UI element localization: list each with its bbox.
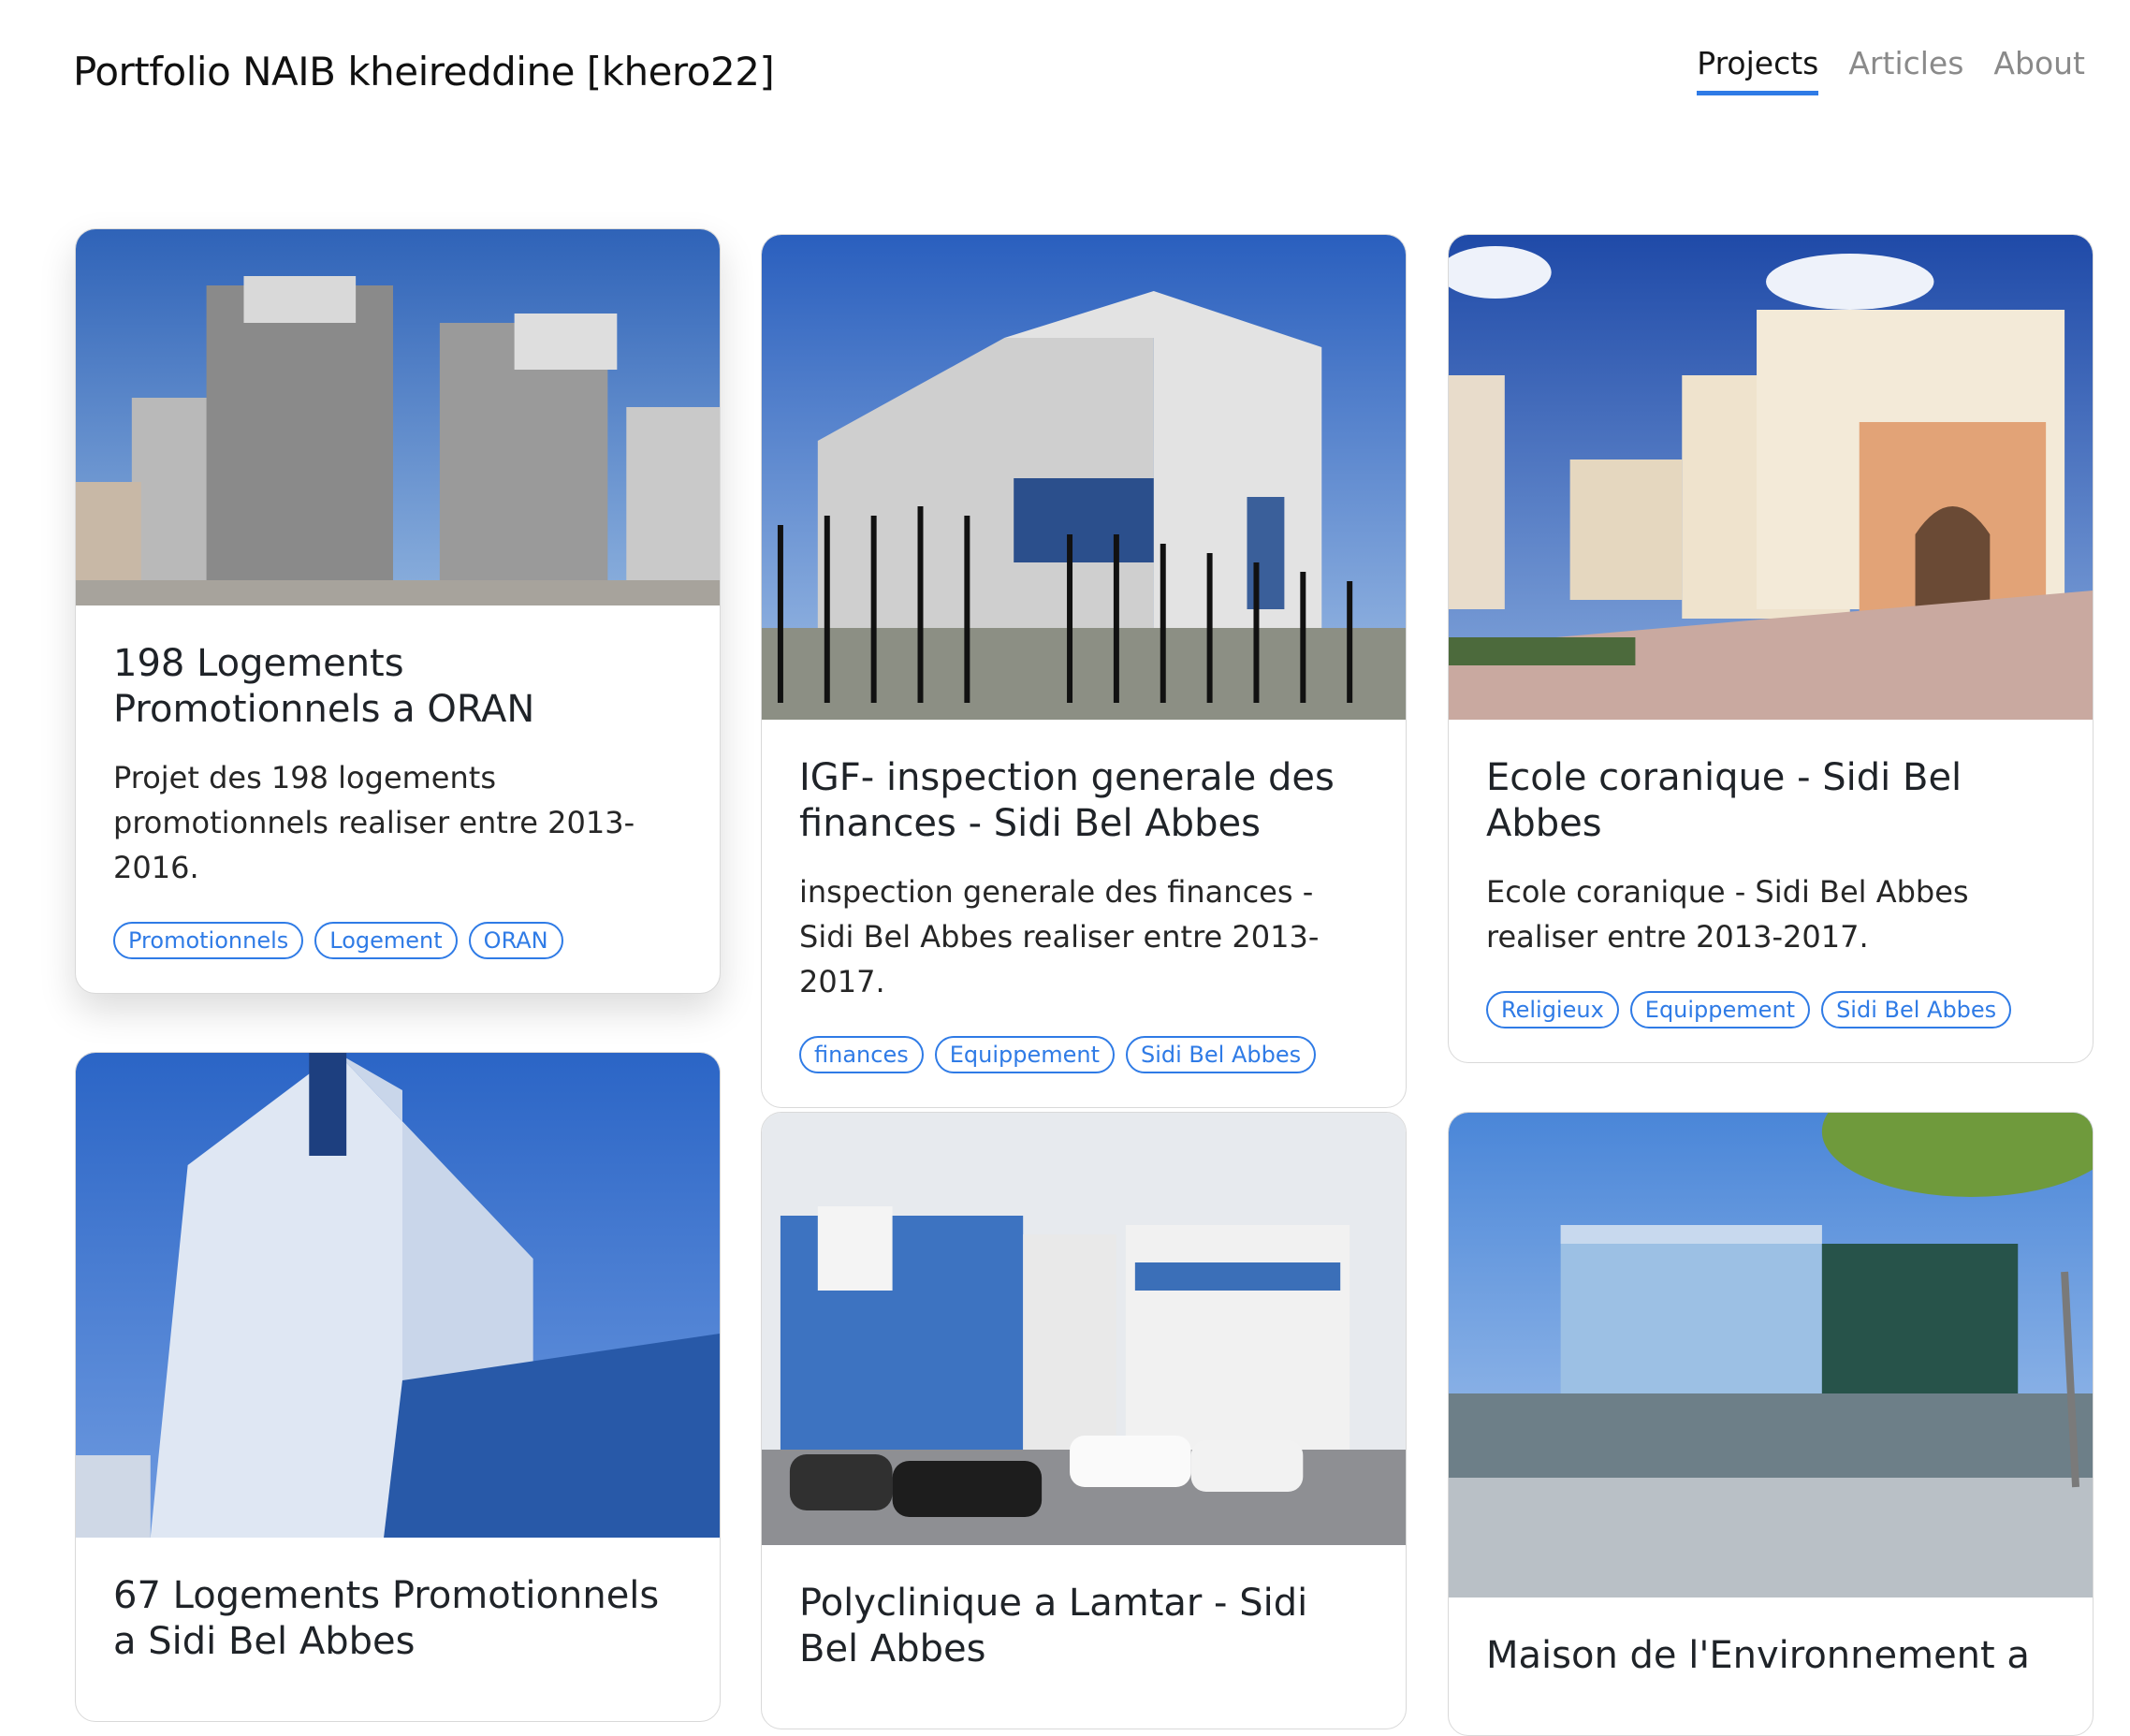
tag[interactable]: Sidi Bel Abbes bbox=[1821, 990, 2012, 1028]
project-title[interactable]: 198 Logements Promotionnels a ORAN bbox=[113, 641, 682, 733]
nav-articles[interactable]: Articles bbox=[1848, 45, 1963, 95]
project-image bbox=[1449, 1113, 2093, 1597]
project-image bbox=[762, 1113, 1406, 1545]
project-title[interactable]: 67 Logements Promotionnels a Sidi Bel Ab… bbox=[113, 1573, 682, 1665]
project-image bbox=[76, 1053, 720, 1538]
project-title[interactable]: Maison de l'Environnement a bbox=[1486, 1633, 2055, 1679]
tag[interactable]: Equippement bbox=[1629, 990, 1811, 1028]
tag[interactable]: Promotionnels bbox=[113, 921, 304, 959]
project-image bbox=[762, 235, 1406, 720]
project-title[interactable]: Ecole coranique - Sidi Bel Abbes bbox=[1486, 755, 2055, 847]
project-image bbox=[1449, 235, 2093, 720]
project-description: Ecole coranique - Sidi Bel Abbes realise… bbox=[1486, 873, 1969, 955]
project-title[interactable]: IGF- inspection generale des finances - … bbox=[799, 755, 1368, 847]
project-image bbox=[76, 229, 720, 605]
nav-projects[interactable]: Projects bbox=[1697, 45, 1819, 95]
project-card[interactable]: 67 Logements Promotionnels a Sidi Bel Ab… bbox=[75, 1052, 721, 1722]
tag-list: Religieux Equippement Sidi Bel Abbes bbox=[1486, 990, 2055, 1028]
project-description: inspection generale des finances - Sidi … bbox=[799, 873, 1320, 999]
project-card[interactable]: IGF- inspection generale des finances - … bbox=[761, 234, 1407, 1108]
nav-about[interactable]: About bbox=[1993, 45, 2085, 95]
project-title[interactable]: Polyclinique a Lamtar - Sidi Bel Abbes bbox=[799, 1581, 1368, 1672]
site-title[interactable]: Portfolio NAIB kheireddine [khero22] bbox=[73, 49, 775, 95]
tag[interactable]: Religieux bbox=[1486, 990, 1619, 1028]
project-description: Projet des 198 logements promotionnels r… bbox=[113, 759, 635, 885]
tag[interactable]: ORAN bbox=[468, 921, 563, 959]
project-card[interactable]: 198 Logements Promotionnels a ORAN Proje… bbox=[75, 228, 721, 994]
tag-list: finances Equippement Sidi Bel Abbes bbox=[799, 1035, 1368, 1073]
tag-list: Promotionnels Logement ORAN bbox=[113, 921, 682, 959]
tag[interactable]: Equippement bbox=[934, 1035, 1115, 1073]
project-card[interactable]: Polyclinique a Lamtar - Sidi Bel Abbes bbox=[761, 1112, 1407, 1729]
project-card[interactable]: Ecole coranique - Sidi Bel Abbes Ecole c… bbox=[1448, 234, 2094, 1063]
project-card[interactable]: Maison de l'Environnement a bbox=[1448, 1112, 2094, 1736]
tag[interactable]: Logement bbox=[314, 921, 458, 959]
tag[interactable]: finances bbox=[799, 1035, 924, 1073]
tag[interactable]: Sidi Bel Abbes bbox=[1126, 1035, 1317, 1073]
top-nav: Projects Articles About bbox=[1697, 45, 2085, 95]
